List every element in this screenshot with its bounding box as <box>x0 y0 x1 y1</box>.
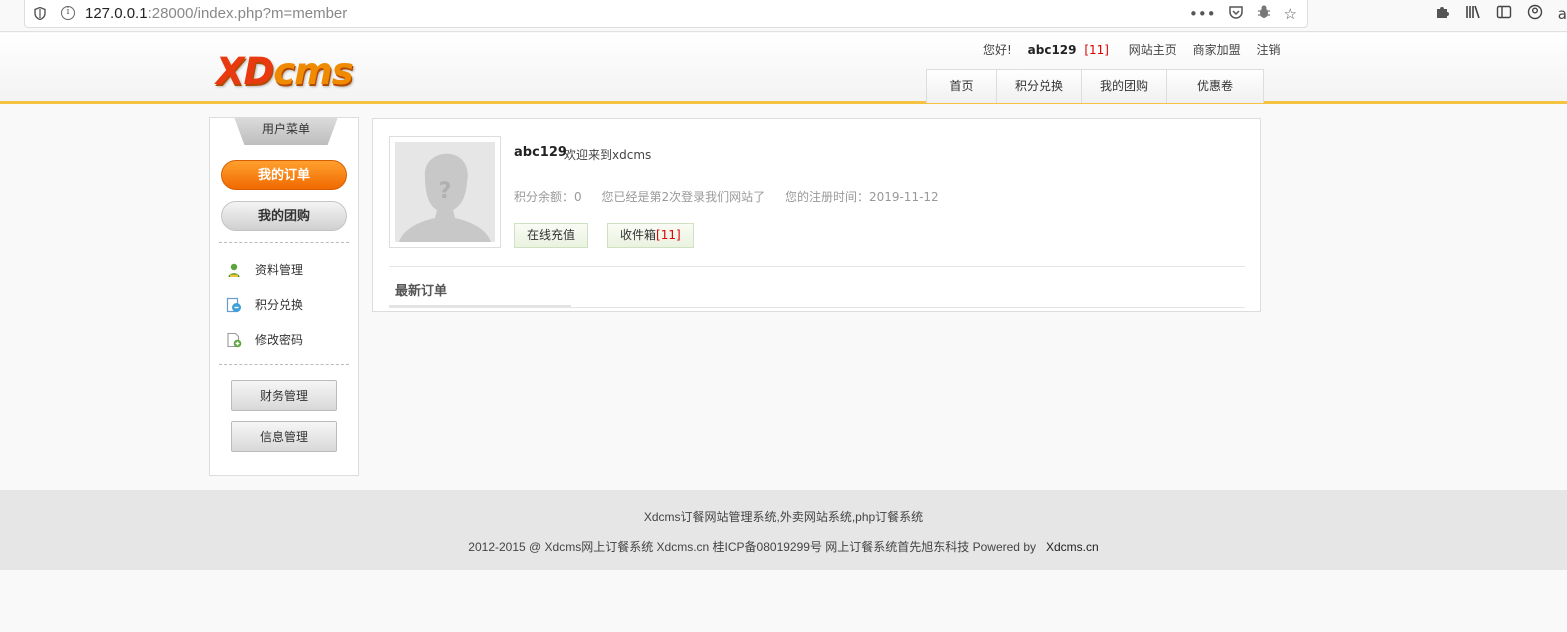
nav-group-buy[interactable]: 我的团购 <box>1082 70 1167 103</box>
site-logo[interactable]: XDcms <box>216 50 354 93</box>
sidebar-title: 用户菜单 <box>234 117 338 145</box>
account-icon[interactable] <box>1527 4 1543 24</box>
username-link[interactable]: abc129 <box>1028 43 1077 57</box>
inbox-count: [11] <box>656 228 681 242</box>
user-sidebar: 用户菜单 我的订单 我的团购 资料管理 积分兑换 修改密码 财务管理 信息管理 <box>209 117 359 476</box>
my-group-buy-button[interactable]: 我的团购 <box>221 201 347 231</box>
extensions-icon[interactable] <box>1434 4 1450 24</box>
logout-link[interactable]: 注销 <box>1256 43 1280 57</box>
sidebar-item-password[interactable]: 修改密码 <box>226 331 303 348</box>
menu-icon[interactable]: a <box>1558 5 1567 23</box>
edit-document-icon <box>226 332 242 348</box>
sidebar-toggle-icon[interactable] <box>1496 4 1512 24</box>
sidebar-item-profile[interactable]: 资料管理 <box>226 261 303 278</box>
section-tab-underline <box>389 305 571 308</box>
message-management-button[interactable]: 信息管理 <box>231 421 337 452</box>
site-header: XDcms 您好! abc129 [11] 网站主页 商家加盟 注销 首页 积分… <box>0 33 1567 104</box>
greeting-text: 您好! <box>983 43 1012 57</box>
pocket-icon[interactable] <box>1228 4 1244 24</box>
svg-text:?: ? <box>439 179 452 204</box>
inbox-button[interactable]: 收件箱[11] <box>607 223 694 248</box>
site-info-icon[interactable]: i <box>61 6 75 20</box>
divider <box>219 364 349 365</box>
welcome-text: 欢迎来到xdcms <box>564 148 652 162</box>
nav-points-exchange[interactable]: 积分兑换 <box>997 70 1082 103</box>
logo-xd: XD <box>216 50 274 93</box>
top-links: 您好! abc129 [11] 网站主页 商家加盟 注销 <box>983 41 1293 58</box>
sidebar-item-label: 资料管理 <box>255 263 304 277</box>
library-icon[interactable] <box>1465 4 1481 24</box>
sidebar-item-points[interactable]: 积分兑换 <box>226 296 303 313</box>
online-recharge-button[interactable]: 在线充值 <box>514 223 589 248</box>
user-icon <box>226 262 242 278</box>
member-stats: 积分余额：0 您已经是第2次登录我们网站了 您的注册时间：2019-11-12 <box>514 188 955 205</box>
home-link[interactable]: 网站主页 <box>1129 43 1177 57</box>
message-count[interactable]: [11] <box>1084 43 1109 57</box>
url-path: :28000/index.php?m=member <box>147 5 348 22</box>
divider <box>389 266 1245 267</box>
profile-username: abc129 <box>514 145 567 160</box>
register-time: 您的注册时间：2019-11-12 <box>784 190 939 204</box>
footer-brand-link[interactable]: Xdcms.cn <box>1046 540 1099 554</box>
bookmark-star-icon[interactable]: ☆ <box>1284 5 1297 23</box>
logo-cms: cms <box>273 50 354 93</box>
main-nav: 首页 积分兑换 我的团购 优惠卷 <box>926 69 1264 103</box>
inbox-label: 收件箱 <box>620 228 657 242</box>
latest-orders-title: 最新订单 <box>395 284 448 299</box>
exchange-icon <box>226 297 242 313</box>
shield-icon[interactable] <box>34 7 46 20</box>
address-bar[interactable]: i 127.0.0.1:28000/index.php?m=member •••… <box>24 0 1308 28</box>
url-host: 127.0.0.1 <box>85 5 148 22</box>
bug-icon[interactable] <box>1256 4 1272 24</box>
sidebar-item-label: 修改密码 <box>255 333 304 347</box>
nav-coupons[interactable]: 优惠卷 <box>1167 70 1263 103</box>
default-avatar-image: ? <box>395 142 495 242</box>
nav-home[interactable]: 首页 <box>927 70 997 103</box>
points-balance: 积分余额：0 <box>514 190 582 204</box>
login-count: 您已经是第2次登录我们网站了 <box>601 190 766 204</box>
finance-management-button[interactable]: 财务管理 <box>231 380 337 411</box>
footer-tagline: Xdcms订餐网站管理系统,外卖网站系统,php订餐系统 <box>643 510 924 524</box>
sidebar-item-label: 积分兑换 <box>255 298 304 312</box>
url-text[interactable]: 127.0.0.1:28000/index.php?m=member <box>85 5 347 22</box>
member-panel: ? abc129 欢迎来到xdcms 积分余额：0 您已经是第2次登录我们网站了… <box>372 118 1261 312</box>
site-footer: Xdcms订餐网站管理系统,外卖网站系统,php订餐系统 2012-2015 @… <box>0 490 1567 570</box>
merchant-link[interactable]: 商家加盟 <box>1193 43 1241 57</box>
footer-copyright-text: 2012-2015 @ Xdcms网上订餐系统 Xdcms.cn 桂ICP备08… <box>468 540 1036 554</box>
avatar[interactable]: ? <box>389 136 501 248</box>
browser-toolbar: i 127.0.0.1:28000/index.php?m=member •••… <box>0 0 1567 32</box>
divider <box>219 242 349 243</box>
footer-copyright: 2012-2015 @ Xdcms网上订餐系统 Xdcms.cn 桂ICP备08… <box>0 538 1567 555</box>
my-orders-button[interactable]: 我的订单 <box>221 160 347 190</box>
person-silhouette-icon: ? <box>395 142 495 242</box>
more-actions-icon[interactable]: ••• <box>1189 5 1216 23</box>
